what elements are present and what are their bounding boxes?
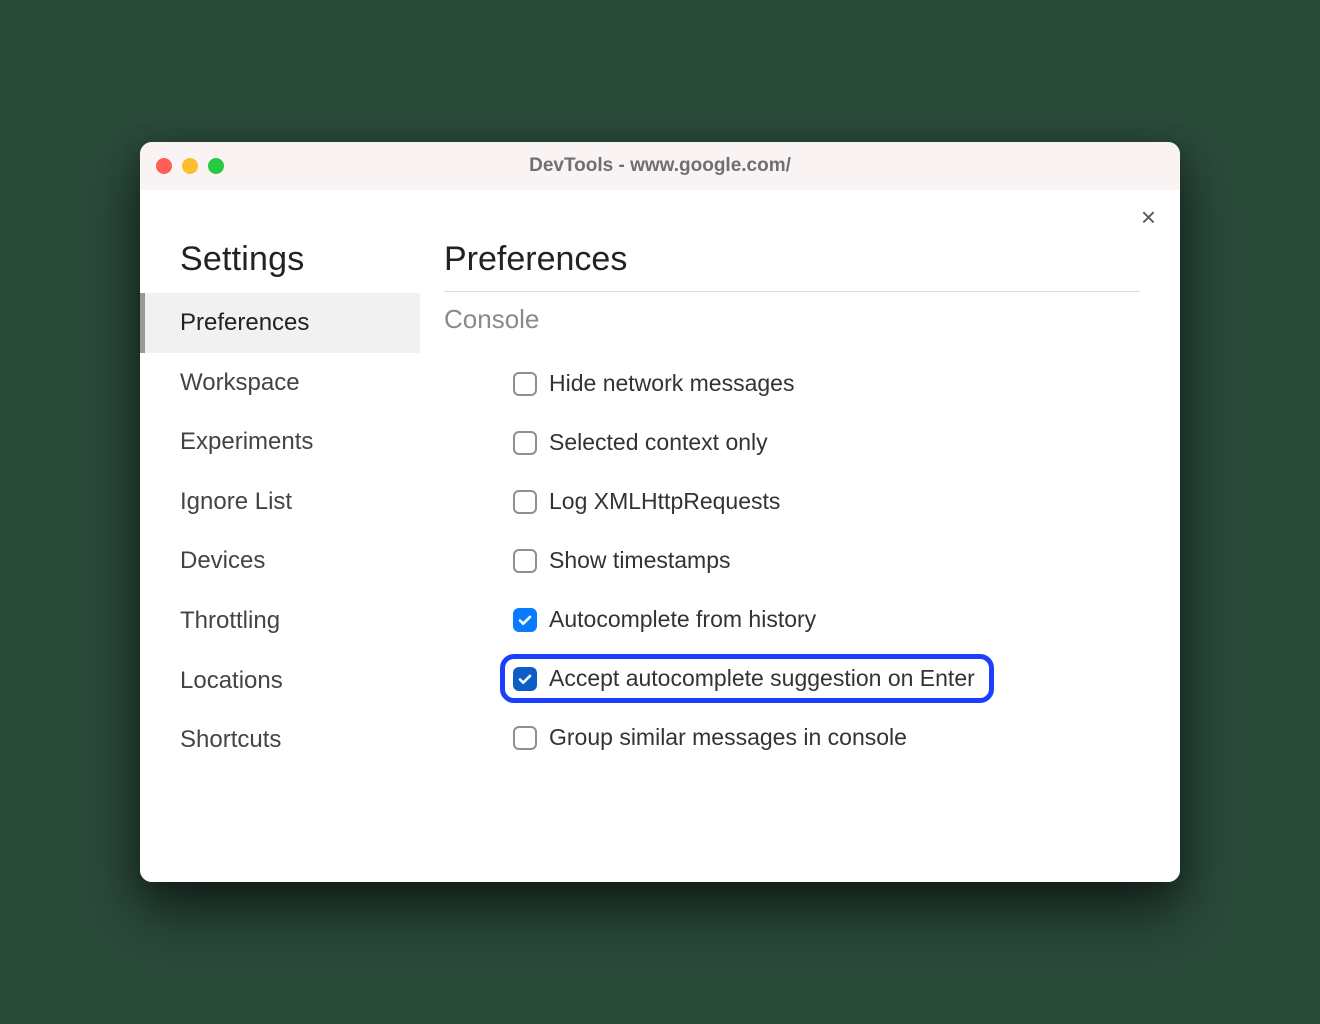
sidebar-item-experiments[interactable]: Experiments — [140, 412, 420, 472]
sidebar-item-ignore-list[interactable]: Ignore List — [140, 472, 420, 532]
option-selected-context-only[interactable]: Selected context only — [500, 418, 781, 467]
sidebar-item-shortcuts[interactable]: Shortcuts — [140, 710, 420, 770]
sidebar-item-label: Devices — [180, 547, 265, 574]
main-panel: Preferences Console Hide network message… — [420, 210, 1180, 882]
sidebar: Settings Preferences Workspace Experiments… — [140, 210, 420, 882]
maximize-window-button[interactable] — [208, 158, 224, 174]
close-icon[interactable]: × — [1141, 204, 1156, 230]
sidebar-item-locations[interactable]: Locations — [140, 651, 420, 711]
traffic-lights — [156, 158, 224, 174]
page-title: Preferences — [444, 230, 1140, 291]
settings-body: × Settings Preferences Workspace Experimen… — [140, 190, 1180, 882]
divider — [444, 291, 1140, 292]
option-label: Show timestamps — [549, 547, 731, 574]
checkbox[interactable] — [513, 726, 537, 750]
sidebar-item-workspace[interactable]: Workspace — [140, 353, 420, 413]
titlebar: DevTools - www.google.com/ — [140, 142, 1180, 190]
checkbox[interactable] — [513, 431, 537, 455]
sidebar-item-label: Preferences — [180, 309, 309, 336]
section-heading: Console — [444, 304, 1140, 335]
option-show-timestamps[interactable]: Show timestamps — [500, 536, 744, 585]
checkbox[interactable] — [513, 549, 537, 573]
checkbox[interactable] — [513, 667, 537, 691]
close-window-button[interactable] — [156, 158, 172, 174]
sidebar-item-label: Shortcuts — [180, 726, 281, 753]
sidebar-item-throttling[interactable]: Throttling — [140, 591, 420, 651]
option-label: Accept autocomplete suggestion on Enter — [549, 665, 975, 692]
option-label: Hide network messages — [549, 370, 794, 397]
sidebar-item-label: Ignore List — [180, 488, 292, 515]
option-autocomplete-from-history[interactable]: Autocomplete from history — [500, 595, 829, 644]
sidebar-item-preferences[interactable]: Preferences — [140, 293, 420, 353]
checkbox[interactable] — [513, 490, 537, 514]
options-list: Hide network messages Selected context on… — [444, 359, 1140, 762]
option-label: Log XMLHttpRequests — [549, 488, 780, 515]
sidebar-item-label: Workspace — [180, 369, 300, 396]
minimize-window-button[interactable] — [182, 158, 198, 174]
option-accept-autocomplete-suggestion-on-enter[interactable]: Accept autocomplete suggestion on Enter — [500, 654, 994, 703]
option-group-similar-messages-in-console[interactable]: Group similar messages in console — [500, 713, 920, 762]
option-log-xmlhttprequests[interactable]: Log XMLHttpRequests — [500, 477, 793, 526]
checkbox[interactable] — [513, 372, 537, 396]
sidebar-item-label: Experiments — [180, 428, 313, 455]
option-hide-network-messages[interactable]: Hide network messages — [500, 359, 807, 408]
window: DevTools - www.google.com/ × Settings Pr… — [140, 142, 1180, 882]
checkbox[interactable] — [513, 608, 537, 632]
sidebar-item-devices[interactable]: Devices — [140, 531, 420, 591]
option-label: Autocomplete from history — [549, 606, 816, 633]
option-label: Group similar messages in console — [549, 724, 907, 751]
option-label: Selected context only — [549, 429, 768, 456]
sidebar-item-label: Throttling — [180, 607, 280, 634]
sidebar-item-label: Locations — [180, 667, 283, 694]
sidebar-title: Settings — [140, 230, 420, 293]
window-title: DevTools - www.google.com/ — [140, 155, 1180, 177]
